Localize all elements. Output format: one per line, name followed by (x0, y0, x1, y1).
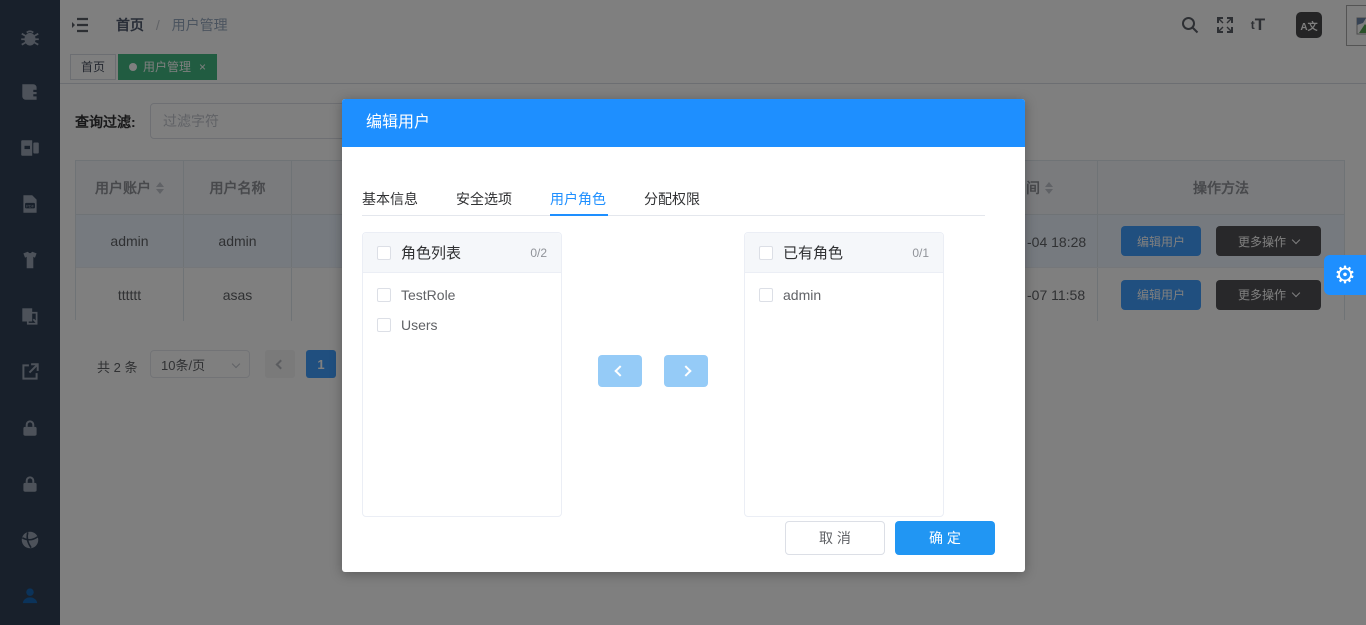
transfer-item-testrole[interactable]: TestRole (363, 280, 561, 310)
tabs-divider (362, 215, 985, 216)
transfer-item-users[interactable]: Users (363, 310, 561, 340)
confirm-button[interactable]: 确 定 (895, 521, 995, 555)
edit-user-dialog: 编辑用户 基本信息 安全选项 用户角色 分配权限 角色列表 0/2 TestRo… (342, 99, 1025, 572)
tab-security-options[interactable]: 安全选项 (456, 189, 516, 209)
transfer-source-panel: 角色列表 0/2 TestRole Users (362, 232, 562, 517)
settings-panel-button[interactable]: ⚙ (1324, 255, 1366, 295)
gear-icon: ⚙ (1334, 261, 1356, 289)
transfer-to-left-button[interactable] (598, 355, 642, 387)
active-tab-underline (550, 214, 608, 216)
transfer-target-panel: 已有角色 0/1 admin (744, 232, 944, 517)
source-panel-count: 0/2 (530, 246, 547, 260)
tab-user-roles[interactable]: 用户角色 (550, 189, 610, 209)
item-checkbox[interactable] (759, 288, 773, 302)
cancel-button[interactable]: 取 消 (785, 521, 885, 555)
select-all-checkbox[interactable] (759, 246, 773, 260)
target-panel-title: 已有角色 (783, 242, 843, 263)
app-screen: PDF (0, 0, 1366, 625)
tab-assign-permissions[interactable]: 分配权限 (644, 189, 704, 209)
select-all-checkbox[interactable] (377, 246, 391, 260)
item-checkbox[interactable] (377, 318, 391, 332)
chevron-left-icon (614, 365, 625, 376)
chevron-right-icon (680, 365, 691, 376)
tab-basic-info[interactable]: 基本信息 (362, 189, 422, 209)
dialog-title: 编辑用户 (366, 99, 430, 147)
target-panel-count: 0/1 (912, 246, 929, 260)
item-checkbox[interactable] (377, 288, 391, 302)
source-panel-title: 角色列表 (401, 242, 461, 263)
transfer-item-admin[interactable]: admin (745, 280, 943, 310)
transfer-to-right-button[interactable] (664, 355, 708, 387)
dialog-header: 编辑用户 (342, 99, 1025, 147)
